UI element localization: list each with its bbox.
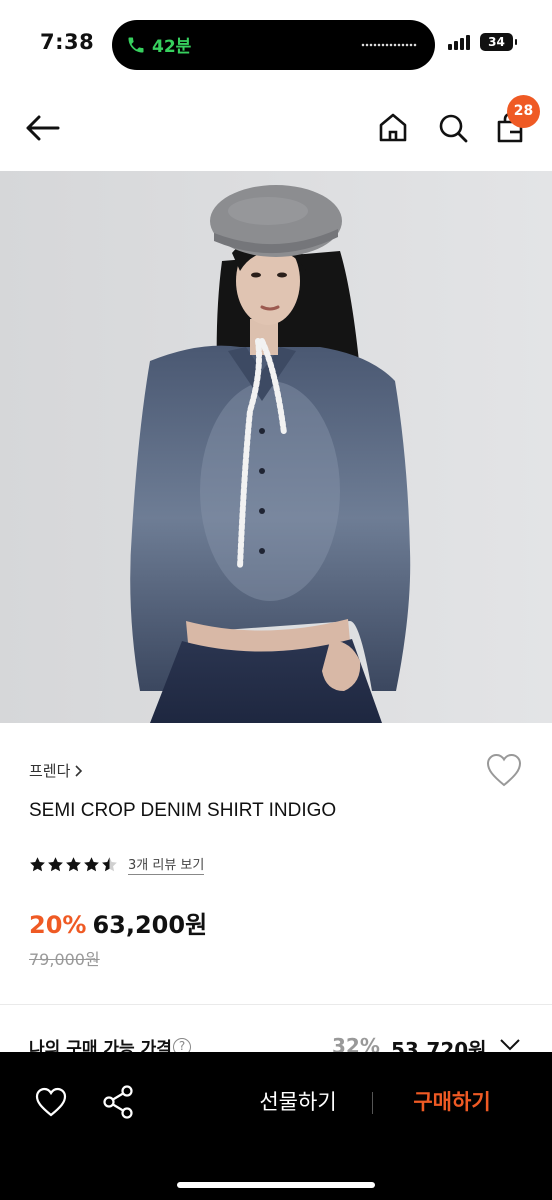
brand-link[interactable]: 프렌다 [29,760,84,781]
like-button[interactable] [34,1086,68,1118]
cellular-signal-icon [448,34,470,50]
status-time: 7:38 [40,30,95,54]
sale-price: 63,200원 [92,911,208,939]
product-photo-illustration [0,171,552,723]
original-price: 79,000원 [29,950,100,969]
home-icon [379,113,407,142]
search-icon [439,114,468,143]
discount-rate: 20% [29,911,87,939]
buy-button[interactable]: 구매하기 [392,1086,512,1116]
price-row: 20% 63,200원 [29,905,207,940]
wishlist-button[interactable] [485,752,523,788]
review-link[interactable]: 3개 리뷰 보기 [128,854,205,875]
call-indicator[interactable]: 42분 [126,32,191,57]
star-icon [102,857,117,872]
status-bar: 7:38 42분 34 [0,0,552,88]
product-title: SEMI CROP DENIM SHIRT INDIGO [29,800,337,821]
brand-name: 프렌다 [29,762,71,780]
star-rating [29,856,118,873]
search-button[interactable] [433,108,473,148]
island-activity-dots [361,43,417,47]
star-icon [30,857,45,872]
heart-outline-icon [35,1087,67,1117]
star-icon [66,857,81,872]
phone-icon [128,37,144,52]
gift-button[interactable]: 선물하기 [238,1086,358,1116]
back-arrow-icon [26,115,60,141]
star-icon [48,857,63,872]
star-icon [84,857,99,872]
share-button[interactable] [101,1084,135,1120]
button-separator [372,1092,373,1114]
home-indicator[interactable] [177,1182,375,1188]
back-button[interactable] [22,108,62,148]
bottom-action-bar: 선물하기 구매하기 [0,1052,552,1200]
dynamic-island[interactable]: 42분 [112,20,435,70]
heart-outline-icon [486,753,522,787]
chevron-down-icon[interactable] [499,1038,521,1052]
section-divider [0,1004,552,1005]
product-image[interactable] [0,171,552,723]
battery-level: 34 [488,35,505,49]
app-header: 28 [0,88,552,170]
rating-row: 3개 리뷰 보기 [29,854,205,875]
home-button[interactable] [373,108,413,148]
share-icon [103,1085,133,1119]
call-duration: 42분 [152,37,192,57]
battery-icon: 34 [480,33,517,51]
chevron-right-icon [75,764,83,777]
cart-count-badge: 28 [507,95,540,128]
